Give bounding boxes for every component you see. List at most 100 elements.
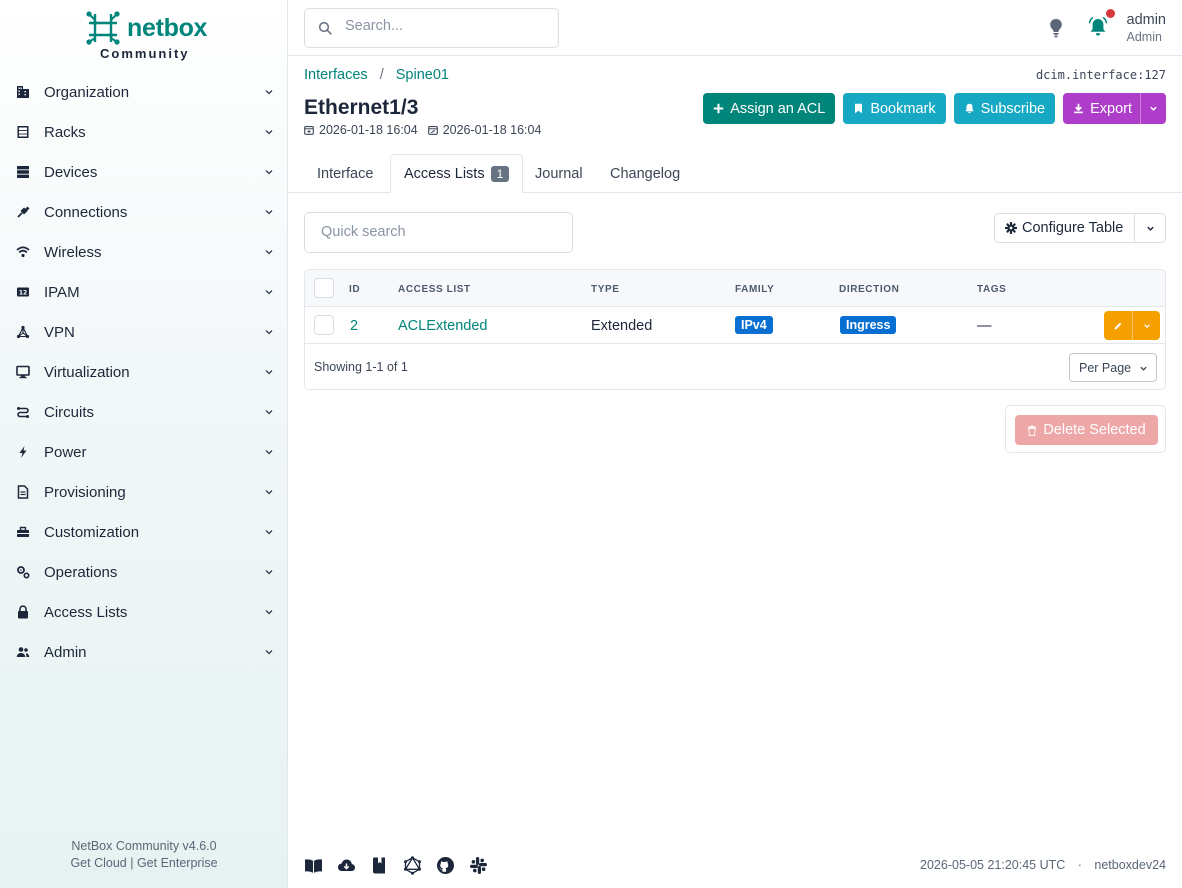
slack-icon[interactable] (469, 856, 488, 875)
chevron-down-icon (265, 370, 273, 375)
table-row: 2 ACLExtended Extended IPv4 Ingress — (305, 307, 1165, 344)
assign-acl-button[interactable]: Assign an ACL (703, 93, 836, 124)
ethernet-icon (16, 205, 30, 219)
column-header-tags[interactable]: TAGS (977, 284, 1006, 295)
footer-hostname: netboxdev24 (1094, 858, 1166, 872)
sidebar-item-racks[interactable]: Racks (0, 112, 288, 152)
graphql-icon[interactable] (403, 856, 422, 875)
access-list-link[interactable]: ACLExtended (398, 318, 487, 334)
brand-subtitle: Community (100, 46, 190, 61)
page-title: Ethernet1/3 (304, 96, 419, 119)
footer-meta: 2026-05-05 21:20:45 UTC · netboxdev24 (920, 858, 1166, 872)
sidebar-item-label: Customization (44, 523, 140, 541)
column-header-type[interactable]: TYPE (591, 284, 620, 295)
breadcrumb-separator: / (379, 67, 384, 83)
search-icon (318, 21, 332, 35)
sidebar-item-operations[interactable]: Operations (0, 552, 288, 592)
quick-search-input[interactable] (321, 224, 551, 240)
row-checkbox[interactable] (314, 315, 334, 335)
configure-table-button[interactable]: Configure Table (995, 214, 1136, 242)
chevron-down-icon (265, 650, 273, 655)
delete-selected-button[interactable]: Delete Selected (1015, 415, 1158, 445)
sidebar-item-ipam[interactable]: 12 IPAM (0, 272, 288, 312)
chevron-down-icon (265, 290, 273, 295)
quick-search[interactable] (304, 212, 573, 253)
rack-icon (16, 125, 30, 139)
notifications-bell-icon[interactable] (1087, 16, 1109, 38)
sidebar-item-label: Connections (44, 203, 128, 221)
bulk-actions-card: Delete Selected (1005, 405, 1166, 453)
sidebar-item-virtualization[interactable]: Virtualization (0, 352, 288, 392)
bookmark-label: Bookmark (870, 100, 936, 117)
sidebar-item-label: Operations (44, 563, 118, 581)
netbox-logo-icon (86, 11, 120, 45)
configure-table-dropdown-toggle[interactable] (1135, 214, 1165, 242)
sidebar-item-label: Provisioning (44, 483, 126, 501)
search-input[interactable] (345, 18, 545, 34)
lightbulb-icon[interactable] (1049, 18, 1063, 38)
footer-dot: · (1077, 858, 1082, 872)
sidebar-item-provisioning[interactable]: Provisioning (0, 472, 288, 512)
bookmark-button[interactable]: Bookmark (843, 93, 946, 124)
column-header-direction[interactable]: DIRECTION (839, 284, 899, 295)
sidebar-item-vpn[interactable]: VPN (0, 312, 288, 352)
sidebar-item-organization[interactable]: Organization (0, 72, 288, 112)
get-cloud-link[interactable]: Get Cloud (70, 856, 126, 870)
book-open-icon[interactable] (304, 856, 323, 875)
user-menu[interactable]: admin Admin (1127, 12, 1167, 45)
cogs-icon (16, 565, 30, 579)
tab-interface[interactable]: Interface (304, 154, 386, 193)
topbar: admin Admin (288, 0, 1182, 56)
pagination-summary: Showing 1-1 of 1 (314, 360, 408, 374)
cloud-download-icon[interactable] (337, 856, 356, 875)
subscribe-button[interactable]: Subscribe (953, 93, 1056, 124)
sidebar-item-customization[interactable]: Customization (0, 512, 288, 552)
user-role: Admin (1126, 30, 1162, 44)
sidebar-item-access-lists[interactable]: Access Lists (0, 592, 288, 632)
row-actions-dropdown-toggle[interactable] (1132, 311, 1160, 340)
chevron-down-icon (265, 90, 273, 95)
chevron-down-icon (1140, 366, 1147, 371)
export-label: Export (1090, 100, 1132, 117)
sidebar-item-wireless[interactable]: Wireless (0, 232, 288, 272)
plus-icon (713, 103, 724, 114)
column-header-id[interactable]: ID (349, 284, 360, 295)
chevron-down-icon (265, 530, 273, 535)
footer-links (304, 856, 488, 875)
sidebar-item-label: IPAM (44, 283, 80, 301)
sidebar-item-admin[interactable]: Admin (0, 632, 288, 672)
delete-selected-label: Delete Selected (1043, 422, 1146, 438)
column-header-family[interactable]: FAMILY (735, 284, 774, 295)
tab-changelog[interactable]: Changelog (597, 154, 693, 193)
user-name: admin (1126, 12, 1167, 28)
github-icon[interactable] (436, 856, 455, 875)
notification-dot (1106, 9, 1115, 18)
assign-acl-label: Assign an ACL (730, 100, 826, 117)
calendar-plus-icon (304, 126, 314, 135)
breadcrumb-interfaces[interactable]: Interfaces (304, 67, 368, 83)
cog-icon (1005, 222, 1017, 234)
get-enterprise-link[interactable]: Get Enterprise (137, 856, 218, 870)
breadcrumb-device[interactable]: Spine01 (396, 67, 449, 83)
book-icon[interactable] (370, 856, 389, 875)
global-search[interactable] (304, 8, 559, 48)
tab-access-lists[interactable]: Access Lists 1 (390, 154, 524, 193)
row-id-link[interactable]: 2 (350, 318, 358, 334)
sidebar-item-devices[interactable]: Devices (0, 152, 288, 192)
sidebar: netbox Community Organization Racks Device… (0, 0, 288, 888)
per-page-dropdown[interactable]: Per Page (1069, 353, 1157, 382)
brand-name: netbox (127, 14, 208, 42)
tab-journal[interactable]: Journal (522, 154, 596, 193)
brand-logo-link[interactable]: netbox Community (86, 11, 208, 63)
export-dropdown-toggle[interactable] (1140, 93, 1166, 124)
chevron-down-icon (265, 130, 273, 135)
sidebar-item-power[interactable]: Power (0, 432, 288, 472)
select-all-checkbox[interactable] (314, 278, 334, 298)
sidebar-item-circuits[interactable]: Circuits (0, 392, 288, 432)
edit-row-button[interactable] (1104, 311, 1132, 340)
export-button[interactable]: Export (1063, 93, 1166, 124)
sidebar-item-connections[interactable]: Connections (0, 192, 288, 232)
object-dates: 2026-01-18 16:04 2026-01-18 16:04 (304, 123, 541, 137)
download-icon (1074, 103, 1083, 114)
column-header-access-list[interactable]: ACCESS LIST (398, 284, 471, 295)
